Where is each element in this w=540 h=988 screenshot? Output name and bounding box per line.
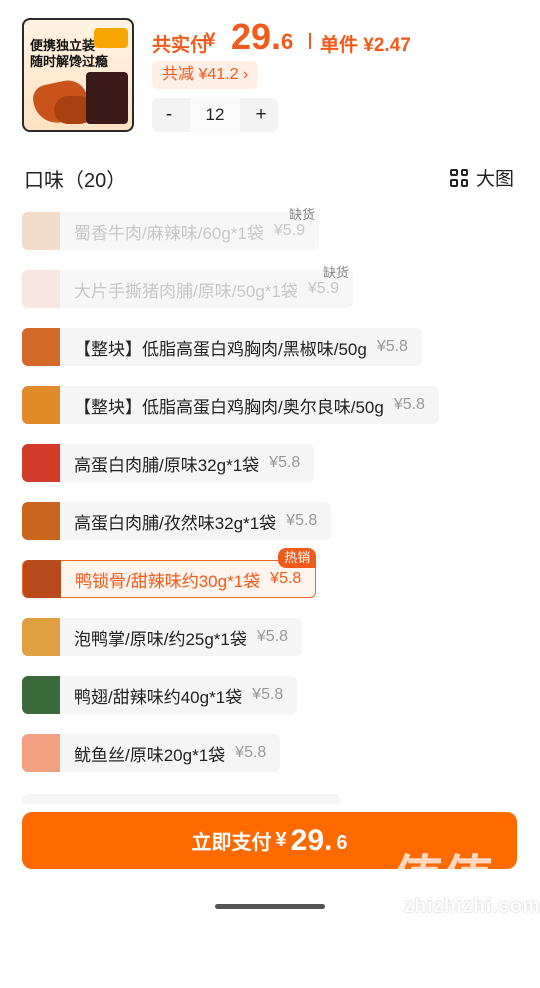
watermark-url: zhizhizhi.com <box>404 896 540 917</box>
flavor-option[interactable]: 大片手撕猪肉脯/原味/50g*1袋 ¥5.9 <box>22 270 354 308</box>
list-item[interactable] <box>22 794 340 804</box>
flavor-name: 大片手撕猪肉脯/原味/50g*1袋 <box>74 281 298 301</box>
flavor-name: 【整块】低脂高蛋白鸡胸肉/奥尔良味/50g <box>74 397 384 417</box>
flavor-price: ¥5.9 <box>307 280 340 297</box>
flavor-name: 泡鸭掌/原味/约25g*1袋 <box>74 629 247 649</box>
flavor-option[interactable]: 鱿鱼丝/原味20g*1袋 ¥5.8 <box>22 734 281 772</box>
divider <box>309 33 311 49</box>
flavor-option[interactable]: 蜀香牛肉/麻辣味/60g*1袋 ¥5.9 <box>22 212 320 250</box>
hot-sale-badge: 热销 <box>278 548 317 568</box>
flavor-thumbnail <box>22 734 60 772</box>
flavor-thumbnail <box>22 444 60 482</box>
flavor-option[interactable]: 高蛋白肉脯/原味32g*1袋 ¥5.8 <box>22 444 315 482</box>
flavor-option[interactable]: 【整块】低脂高蛋白鸡胸肉/奥尔良味/50g ¥5.8 <box>22 386 439 424</box>
flavor-name: 高蛋白肉脯/原味32g*1袋 <box>74 455 260 475</box>
grid-icon <box>450 168 468 187</box>
unit-price: 单件 ¥2.47 <box>320 35 411 56</box>
flavor-name: 鸭翅/甜辣味约40g*1袋 <box>74 687 243 707</box>
flavor-price: ¥5.8 <box>252 686 284 703</box>
large-image-label: 大图 <box>476 169 515 190</box>
flavor-price: ¥5.8 <box>256 628 289 645</box>
discount-badge[interactable]: 共减 ¥41.2 › <box>152 61 259 89</box>
quantity-stepper: - 12 + <box>152 98 278 132</box>
total-currency: ¥ <box>205 30 216 51</box>
out-of-stock-label: 缺货 <box>323 265 350 280</box>
flavor-thumbnail <box>22 212 60 250</box>
flavor-price: ¥5.8 <box>235 744 267 761</box>
large-image-toggle[interactable]: 大图 <box>450 164 514 191</box>
flavor-name: 高蛋白肉脯/孜然味32g*1袋 <box>74 513 277 533</box>
decrease-button[interactable]: - <box>152 98 186 132</box>
flavor-thumbnail <box>22 502 60 540</box>
flavor-thumbnail <box>22 618 60 656</box>
flavor-name: 鱿鱼丝/原味20g*1袋 <box>74 745 226 765</box>
flavor-price: ¥5.8 <box>286 512 318 529</box>
flavor-price: ¥5.8 <box>270 570 302 587</box>
flavor-price: ¥5.8 <box>269 454 301 471</box>
flavor-option[interactable]: 鸭翅/甜辣味约40g*1袋 ¥5.8 <box>22 676 298 714</box>
flavor-price: ¥5.8 <box>376 338 408 355</box>
pay-amount: 29. <box>290 823 333 857</box>
thumbnail-package-image <box>86 72 128 124</box>
flavor-option[interactable]: 【整块】低脂高蛋白鸡胸肉/黑椒味/50g ¥5.8 <box>22 328 422 366</box>
thumbnail-badge <box>94 28 128 48</box>
quantity-input[interactable]: 12 <box>190 98 240 132</box>
flavor-name: 【整块】低脂高蛋白鸡胸肉/黑椒味/50g <box>74 339 367 359</box>
flavor-price: ¥5.8 <box>393 396 425 413</box>
flavor-thumbnail <box>22 328 60 366</box>
home-indicator[interactable] <box>215 904 325 909</box>
flavor-option[interactable]: 高蛋白肉脯/孜然味32g*1袋 ¥5.8 <box>22 502 332 540</box>
product-thumbnail[interactable]: 便携独立装 随时解馋过瘾 <box>22 18 134 132</box>
total-paid-label: 共实付 <box>152 35 210 56</box>
pay-now-label: 立即支付 <box>191 832 272 854</box>
flavor-option[interactable]: 泡鸭掌/原味/约25g*1袋 ¥5.8 <box>22 618 303 656</box>
flavor-thumbnail <box>23 560 61 598</box>
flavor-name: 鸭锁骨/甜辣味约30g*1袋 <box>75 571 261 591</box>
flavor-option[interactable]: 鸭锁骨/甜辣味约30g*1袋 ¥5.8 <box>22 560 317 598</box>
out-of-stock-label: 缺货 <box>289 207 316 222</box>
flavor-thumbnail <box>22 676 60 714</box>
flavor-thumbnail <box>22 270 60 308</box>
increase-button[interactable]: + <box>244 98 278 132</box>
flavor-name: 蜀香牛肉/麻辣味/60g*1袋 <box>74 223 264 243</box>
pay-amount-decimal: 6 <box>336 832 348 854</box>
flavor-section-title: 口味（20） <box>24 170 127 192</box>
pay-currency: ¥ <box>275 829 287 851</box>
flavor-thumbnail <box>22 386 60 424</box>
flavor-price: ¥5.9 <box>273 222 306 239</box>
total-amount: 29.6 <box>231 16 294 57</box>
